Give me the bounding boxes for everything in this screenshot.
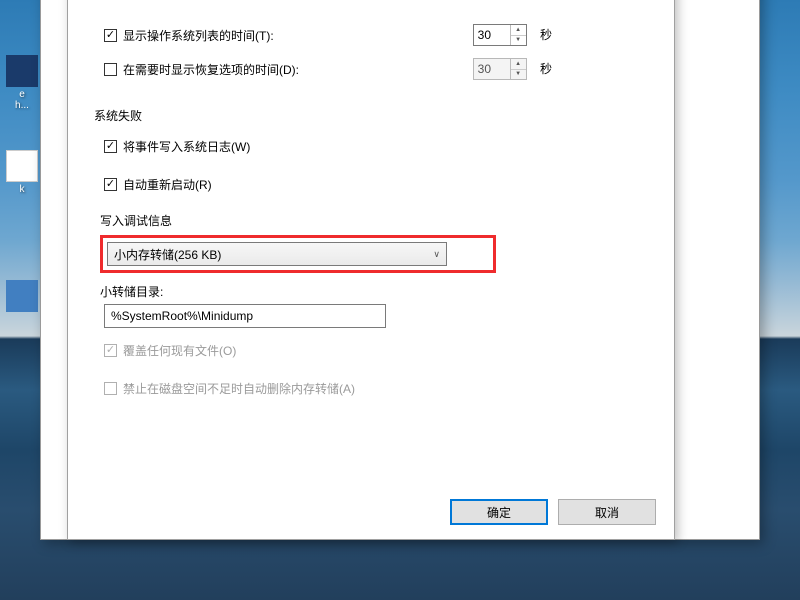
ok-button[interactable]: 确定 [450, 499, 548, 525]
dump-dir-input[interactable] [104, 304, 386, 328]
show-os-list-checkbox[interactable] [104, 29, 117, 42]
cancel-button-label: 取消 [595, 504, 619, 521]
overwrite-checkbox [104, 344, 117, 357]
write-event-log-checkbox[interactable] [104, 140, 117, 153]
recovery-seconds-input [474, 59, 510, 79]
desktop-icon-label: e [4, 89, 40, 100]
overwrite-row: 覆盖任何现有文件(O) [104, 338, 662, 362]
disable-auto-delete-row: 禁止在磁盘空间不足时自动删除内存转储(A) [104, 376, 662, 400]
chevron-down-icon: ∨ [433, 249, 440, 260]
spinner-buttons[interactable]: ▲▼ [510, 25, 526, 45]
disable-auto-delete-checkbox [104, 382, 117, 395]
disable-auto-delete-label: 禁止在磁盘空间不足时自动删除内存转储(A) [123, 380, 355, 397]
show-os-list-row: 显示操作系统列表的时间(T): ▲▼ 秒 [104, 23, 662, 47]
seconds-unit: 秒 [540, 62, 552, 76]
ok-button-label: 确定 [487, 504, 511, 521]
spinner-up-icon[interactable]: ▲ [511, 25, 526, 36]
debug-info-title: 写入调试信息 [100, 212, 662, 229]
cancel-button[interactable]: 取消 [558, 499, 656, 525]
show-recovery-label: 在需要时显示恢复选项的时间(D): [123, 61, 299, 78]
dump-type-highlight: 小内存转储(256 KB) ∨ [100, 235, 496, 273]
desktop-icon[interactable]: k [4, 150, 40, 195]
auto-restart-checkbox[interactable] [104, 178, 117, 191]
desktop-icon-label: k [4, 184, 40, 195]
os-list-seconds-spinner[interactable]: ▲▼ [473, 24, 527, 46]
show-os-list-label: 显示操作系统列表的时间(T): [123, 27, 274, 44]
app-icon [6, 55, 38, 87]
desktop-icon[interactable] [4, 280, 40, 314]
dump-dir-label: 小转储目录: [100, 283, 662, 300]
spinner-up-icon: ▲ [511, 59, 526, 70]
spinner-down-icon: ▼ [511, 70, 526, 80]
dump-type-value: 小内存转储(256 KB) [114, 246, 221, 263]
auto-restart-label: 自动重新启动(R) [123, 176, 212, 193]
startup-recovery-dialog: 显示操作系统列表的时间(T): ▲▼ 秒 在需要时显示恢复选项的时间(D): ▲… [67, 0, 675, 540]
dialog-button-bar: 确定 取消 [450, 499, 656, 525]
dump-type-dropdown[interactable]: 小内存转储(256 KB) ∨ [107, 242, 447, 266]
app-icon [6, 150, 38, 182]
desktop-icon-label: h... [4, 100, 40, 111]
system-failure-group-title: 系统失败 [94, 107, 662, 124]
show-recovery-checkbox[interactable] [104, 63, 117, 76]
auto-restart-row: 自动重新启动(R) [104, 172, 662, 196]
show-recovery-row: 在需要时显示恢复选项的时间(D): ▲▼ 秒 [104, 57, 662, 81]
app-icon [6, 280, 38, 312]
recovery-seconds-spinner: ▲▼ [473, 58, 527, 80]
desktop-icon[interactable]: e h... [4, 55, 40, 111]
overwrite-label: 覆盖任何现有文件(O) [123, 342, 236, 359]
seconds-unit: 秒 [540, 28, 552, 42]
write-event-log-row: 将事件写入系统日志(W) [104, 134, 662, 158]
spinner-buttons: ▲▼ [510, 59, 526, 79]
spinner-down-icon[interactable]: ▼ [511, 36, 526, 46]
os-list-seconds-input[interactable] [474, 25, 510, 45]
write-event-log-label: 将事件写入系统日志(W) [123, 138, 250, 155]
